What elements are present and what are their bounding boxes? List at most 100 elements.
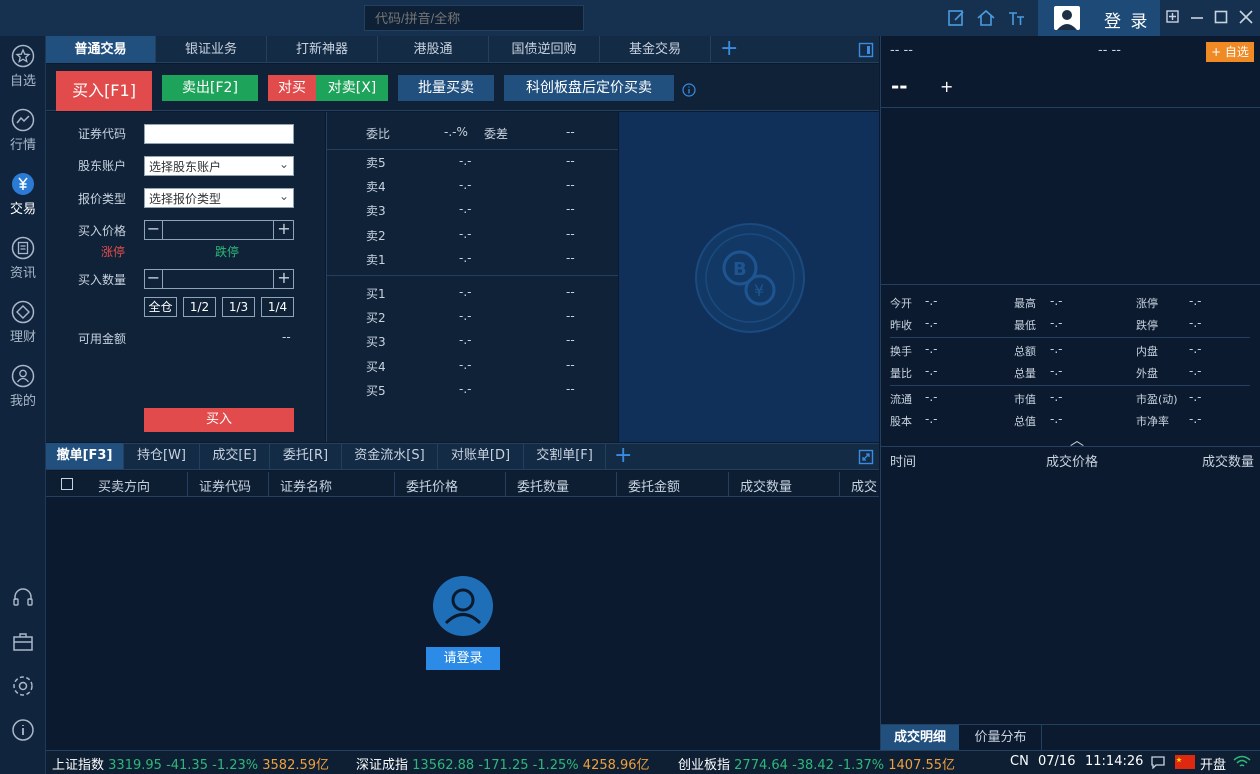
headset-icon[interactable] [11, 586, 35, 610]
submit-buy-button[interactable]: 买入 [144, 408, 294, 432]
sell-mode-button[interactable]: 卖出[F2] [162, 75, 258, 101]
price-input[interactable] [164, 221, 274, 239]
cross-sell-button[interactable]: 对卖[X] [316, 75, 388, 101]
column-header[interactable]: 委托金额 [628, 476, 680, 495]
ask-row[interactable]: 卖3 -.- -- [326, 198, 618, 222]
tab-fills[interactable]: 成交[E] [200, 443, 270, 469]
tab-bank-securities[interactable]: 银证业务 [156, 36, 267, 63]
info-icon[interactable] [682, 83, 696, 97]
bid-row[interactable]: 买5 -.- -- [326, 378, 618, 402]
ask-row[interactable]: 卖2 -.- -- [326, 223, 618, 247]
sidebar-item-market[interactable]: 行情 [0, 102, 46, 166]
add-tab-icon[interactable]: + [614, 445, 632, 467]
close-icon[interactable] [1238, 9, 1254, 25]
buy-mode-button[interactable]: 买入[F1] [56, 71, 152, 111]
ask-row[interactable]: 卖4 -.- -- [326, 174, 618, 198]
column-header[interactable]: 买卖方向 [98, 476, 150, 495]
column-header[interactable]: 成交 [851, 476, 879, 495]
tab-hk-connect[interactable]: 港股通 [378, 36, 489, 63]
qty-input[interactable] [164, 270, 274, 288]
edit-icon[interactable] [946, 8, 966, 28]
sidebar-item-profile[interactable]: 我的 [0, 358, 46, 422]
info-icon[interactable] [11, 718, 35, 742]
home-icon[interactable] [976, 8, 996, 28]
search-input[interactable] [364, 5, 584, 31]
toolbox-icon[interactable] [11, 630, 35, 654]
pin-icon[interactable] [1165, 9, 1181, 25]
cross-buy-button[interactable]: 对买 [268, 75, 316, 101]
bid-row[interactable]: 买2 -.- -- [326, 305, 618, 329]
add-tab-icon[interactable]: + [720, 38, 738, 60]
tab-positions[interactable]: 持仓[W] [124, 443, 200, 469]
batch-trade-button[interactable]: 批量买卖 [398, 75, 494, 101]
tab-fund-trade[interactable]: 基金交易 [600, 36, 711, 63]
tab-delivery[interactable]: 交割单[F] [524, 443, 606, 469]
column-divider[interactable] [187, 472, 188, 496]
add-watchlist-button[interactable]: + 自选 [1206, 42, 1254, 62]
tab-statement[interactable]: 对账单[D] [438, 443, 524, 469]
price-stepper[interactable]: − + [144, 220, 294, 240]
panel-toggle-icon[interactable] [858, 42, 874, 58]
tab-normal-trade[interactable]: 普通交易 [46, 36, 156, 63]
ask-row[interactable]: 卖5 -.- -- [326, 150, 618, 174]
minus-icon[interactable]: − [145, 221, 163, 239]
message-icon[interactable] [1150, 755, 1166, 769]
column-divider[interactable] [505, 472, 506, 496]
tab-ipo[interactable]: 打新神器 [267, 36, 378, 63]
tab-price-volume[interactable]: 价量分布 [960, 725, 1042, 750]
add-chart-icon[interactable]: + [940, 77, 953, 96]
sidebar-item-trade[interactable]: 交易 [0, 166, 46, 230]
avatar[interactable] [1054, 6, 1080, 30]
tab-orders[interactable]: 委托[R] [270, 443, 342, 469]
bid-row[interactable]: 买1 -.- -- [326, 281, 618, 305]
tab-trade-detail[interactable]: 成交明细 [881, 725, 959, 750]
column-header[interactable]: 成交数量 [740, 476, 792, 495]
qty-all-button[interactable]: 全仓 [144, 297, 177, 317]
column-divider[interactable] [268, 472, 269, 496]
column-header[interactable]: 证券名称 [280, 476, 332, 495]
plus-icon[interactable]: + [275, 221, 293, 239]
column-divider[interactable] [616, 472, 617, 496]
settings-icon[interactable] [11, 674, 35, 698]
qty-half-button[interactable]: 1/2 [183, 297, 216, 317]
index-sz[interactable]: 深证成指 13562.88 -171.25 -1.25% 4258.96亿 [356, 754, 650, 773]
chart-period-tab[interactable]: -- [891, 74, 908, 98]
tab-reverse-repo[interactable]: 国债逆回购 [489, 36, 600, 63]
qty-quarter-button[interactable]: 1/4 [261, 297, 294, 317]
font-size-icon[interactable] [1006, 8, 1026, 28]
quote-label: 市盈(动) [1136, 393, 1178, 406]
qty-third-button[interactable]: 1/3 [222, 297, 255, 317]
column-divider[interactable] [728, 472, 729, 496]
column-header[interactable]: 委托价格 [406, 476, 458, 495]
login-button[interactable]: 登 录 [1104, 7, 1149, 32]
collapse-icon[interactable]: ︿ [1070, 430, 1084, 450]
price-type-select[interactable]: 选择报价类型 ⌄ [144, 188, 294, 208]
login-prompt-button[interactable]: 请登录 [426, 647, 500, 670]
minimize-icon[interactable] [1189, 9, 1205, 25]
column-header[interactable]: 委托数量 [517, 476, 569, 495]
sidebar-item-wealth[interactable]: 理财 [0, 294, 46, 358]
security-code-input[interactable] [144, 124, 294, 144]
star-market-trade-button[interactable]: 科创板盘后定价买卖 [504, 75, 674, 101]
limit-down-link[interactable]: 跌停 [215, 243, 239, 260]
limit-up-link[interactable]: 涨停 [101, 243, 125, 260]
select-all-checkbox[interactable] [61, 478, 73, 490]
plus-icon[interactable]: + [275, 270, 293, 288]
qty-stepper[interactable]: − + [144, 269, 294, 289]
account-select[interactable]: 选择股东账户 ⌄ [144, 156, 294, 176]
minus-icon[interactable]: − [145, 270, 163, 288]
column-divider[interactable] [394, 472, 395, 496]
bid-row[interactable]: 买4 -.- -- [326, 354, 618, 378]
ask-row[interactable]: 卖1 -.- -- [326, 247, 618, 271]
tab-cash-flow[interactable]: 资金流水[S] [342, 443, 438, 469]
bid-row[interactable]: 买3 -.- -- [326, 329, 618, 353]
expand-icon[interactable] [858, 449, 874, 465]
index-cy[interactable]: 创业板指 2774.64 -38.42 -1.37% 1407.55亿 [678, 754, 955, 773]
maximize-icon[interactable] [1213, 9, 1229, 25]
sidebar-item-news[interactable]: 资讯 [0, 230, 46, 294]
column-divider[interactable] [839, 472, 840, 496]
index-sh[interactable]: 上证指数 3319.95 -41.35 -1.23% 3582.59亿 [52, 754, 329, 773]
tab-cancel-orders[interactable]: 撤单[F3] [46, 443, 124, 469]
column-header[interactable]: 证券代码 [199, 476, 251, 495]
sidebar-item-watchlist[interactable]: 自选 [0, 38, 46, 102]
